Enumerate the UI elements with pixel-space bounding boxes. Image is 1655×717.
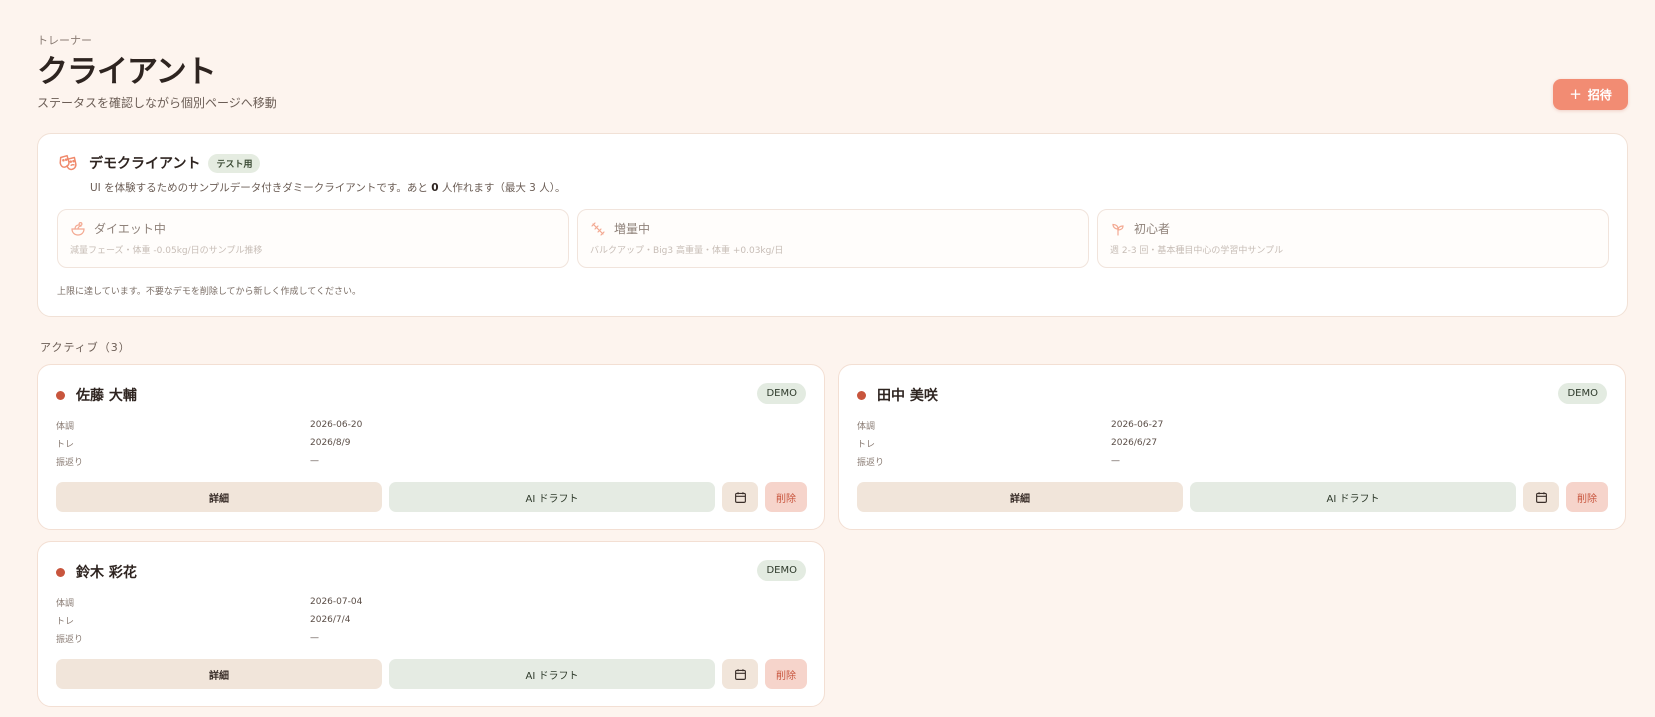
delete-button[interactable]: 削除 <box>1566 482 1608 512</box>
invite-label: 招待 <box>1587 88 1612 102</box>
ai-draft-button[interactable]: AI ドラフト <box>1190 482 1516 512</box>
review-value: — <box>310 456 319 466</box>
delete-button[interactable]: 削除 <box>765 482 807 512</box>
demo-title: デモクライアント <box>89 156 201 172</box>
demo-tag: DEMO <box>757 383 806 404</box>
client-name: 佐藤 大輔 <box>76 388 137 404</box>
review-value: — <box>1111 456 1120 466</box>
client-name: 鈴木 彩花 <box>76 565 137 581</box>
training-value: 2026/7/4 <box>310 615 351 625</box>
page-subtitle: ステータスを確認しながら個別ページへ移動 <box>37 96 277 110</box>
review-label: 振返り <box>857 457 885 468</box>
status-dot <box>56 390 65 400</box>
calendar-button[interactable] <box>722 659 758 689</box>
client-card: 鈴木 彩花 DEMO 体調 2026-07-04 トレ 2026/7/4 振返り — … <box>37 541 825 707</box>
calendar-icon <box>734 491 746 503</box>
condition-label: 体調 <box>56 421 75 432</box>
plus-icon: + <box>1569 85 1582 103</box>
template-name: 増量中 <box>614 222 651 236</box>
demo-client-card: デモクライアント テスト用 UI を体験するためのサンプルデータ付きダミークライ… <box>37 133 1628 317</box>
template-desc: 減量フェーズ・体重 -0.05kg/日のサンプル推移 <box>70 246 263 256</box>
client-name: 田中 美咲 <box>877 388 938 404</box>
condition-value: 2026-07-04 <box>310 597 363 607</box>
theater-masks-icon <box>59 154 77 171</box>
calendar-icon <box>734 668 746 680</box>
invite-button[interactable]: + 招待 <box>1553 79 1628 110</box>
detail-button[interactable]: 詳細 <box>56 659 382 689</box>
calendar-icon <box>1535 491 1547 503</box>
demo-remaining-count: 0 <box>431 182 439 194</box>
demo-header: デモクライアント テスト用 <box>57 152 261 174</box>
condition-label: 体調 <box>857 421 876 432</box>
demo-tag: DEMO <box>757 560 806 581</box>
template-desc: 週 2-3 回・基本種目中心の学習中サンプル <box>1110 246 1284 256</box>
test-badge: テスト用 <box>208 153 261 173</box>
template-beginner: 初心者 週 2-3 回・基本種目中心の学習中サンプル <box>1097 209 1609 268</box>
detail-button[interactable]: 詳細 <box>56 482 382 512</box>
demo-templates: ダイエット中 減量フェーズ・体重 -0.05kg/日のサンプル推移 増量中 バル… <box>57 209 1609 268</box>
condition-label: 体調 <box>56 598 75 609</box>
training-value: 2026/8/9 <box>310 438 351 448</box>
template-bulk: 増量中 バルクアップ・Big3 高重量・体重 +0.03kg/日 <box>577 209 1089 268</box>
condition-value: 2026-06-20 <box>310 420 363 430</box>
condition-value: 2026-06-27 <box>1111 420 1164 430</box>
training-value: 2026/6/27 <box>1111 438 1158 448</box>
page-eyebrow: トレーナー <box>37 34 92 47</box>
training-label: トレ <box>56 439 75 450</box>
template-diet: ダイエット中 減量フェーズ・体重 -0.05kg/日のサンプル推移 <box>57 209 569 268</box>
ai-draft-button[interactable]: AI ドラフト <box>389 482 715 512</box>
training-label: トレ <box>857 439 876 450</box>
review-label: 振返り <box>56 457 84 468</box>
status-dot <box>56 567 65 577</box>
status-dot <box>857 390 866 400</box>
demo-desc-suffix: 人作れます（最大 3 人）。 <box>441 182 566 194</box>
review-value: — <box>310 633 319 643</box>
dumbbell-icon <box>591 221 605 236</box>
demo-description: UI を体験するためのサンプルデータ付きダミークライアントです。あと 0 人作れ… <box>90 180 565 195</box>
template-name: ダイエット中 <box>94 222 166 236</box>
client-card: 田中 美咲 DEMO 体調 2026-06-27 トレ 2026/6/27 振返り —… <box>838 364 1626 530</box>
training-label: トレ <box>56 616 75 627</box>
calendar-button[interactable] <box>722 482 758 512</box>
delete-button[interactable]: 削除 <box>765 659 807 689</box>
template-name: 初心者 <box>1134 222 1171 236</box>
calendar-button[interactable] <box>1523 482 1559 512</box>
detail-button[interactable]: 詳細 <box>857 482 1183 512</box>
client-card: 佐藤 大輔 DEMO 体調 2026-06-20 トレ 2026/8/9 振返り — … <box>37 364 825 530</box>
demo-tag: DEMO <box>1558 383 1607 404</box>
page-title: クライアント <box>37 54 217 90</box>
ai-draft-button[interactable]: AI ドラフト <box>389 659 715 689</box>
page-header: トレーナー クライアント ステータスを確認しながら個別ページへ移動 <box>37 32 277 111</box>
salad-icon <box>71 221 85 236</box>
review-label: 振返り <box>56 634 84 645</box>
active-section-label: アクティブ（3） <box>40 341 131 354</box>
limit-note: 上限に達しています。不要なデモを削除してから新しく作成してください。 <box>57 287 362 297</box>
demo-desc-prefix: UI を体験するためのサンプルデータ付きダミークライアントです。あと <box>90 182 428 194</box>
sprout-icon <box>1112 223 1124 236</box>
template-desc: バルクアップ・Big3 高重量・体重 +0.03kg/日 <box>590 246 784 256</box>
